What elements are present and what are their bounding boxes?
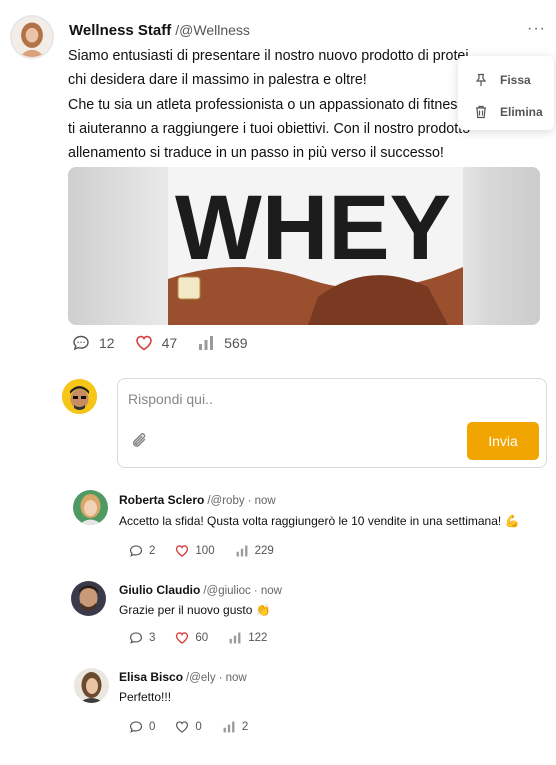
post-header: Wellness Staff /@Wellness (69, 22, 250, 39)
author-avatar[interactable] (10, 15, 54, 59)
reply-input[interactable] (128, 387, 458, 411)
comment-text: Perfetto!!! (119, 690, 172, 704)
heart-icon (176, 721, 189, 733)
bar-chart-icon (229, 632, 241, 644)
menu-item-label: Elimina (500, 105, 543, 119)
comment-icon (129, 721, 143, 733)
commenter-handle: /@roby (207, 495, 245, 507)
image-caption: WHEY (175, 177, 451, 279)
send-button[interactable]: Invia (467, 422, 539, 460)
like-count[interactable]: 47 (135, 334, 178, 352)
post-card: Wellness Staff /@Wellness ··· Siamo entu… (0, 0, 556, 765)
menu-item-label: Fissa (500, 73, 531, 87)
commenter-name[interactable]: Roberta Sclero (119, 493, 204, 507)
comment-view-count: 122 (228, 631, 267, 645)
comment-view-count: 229 (235, 544, 274, 558)
pin-icon (475, 73, 487, 86)
reply-box: Invia (117, 378, 547, 468)
commenter-avatar[interactable] (74, 668, 109, 703)
comment-view-count: 2 (222, 720, 248, 734)
reply-count-value: 3 (149, 632, 156, 644)
comment-time: · now (218, 672, 247, 684)
comment-icon (129, 545, 143, 557)
view-count-value: 122 (248, 632, 268, 644)
comment-count-value: 12 (99, 335, 115, 351)
comment-like-count[interactable]: 60 (175, 631, 208, 645)
current-user-avatar (62, 379, 97, 414)
view-count: 569 (197, 334, 248, 352)
post-options-menu: Fissa Elimina (458, 56, 554, 130)
author-name[interactable]: Wellness Staff (69, 22, 171, 39)
comment-time: · now (253, 585, 282, 597)
comment-stats: 2 100 229 (129, 544, 294, 558)
post-stats: 12 47 569 (72, 334, 268, 352)
paperclip-icon[interactable] (130, 431, 150, 451)
like-count-value: 60 (195, 632, 209, 644)
comment-time: · now (247, 495, 276, 507)
commenter-name[interactable]: Giulio Claudio (119, 583, 200, 597)
comment-stats: 3 60 122 (129, 631, 287, 645)
bar-chart-icon (199, 336, 214, 350)
bar-chart-icon (223, 721, 235, 733)
comment-header: Elisa Bisco /@ely · now (119, 670, 247, 684)
author-handle: /@Wellness (175, 22, 250, 38)
comment-header: Roberta Sclero /@roby · now (119, 493, 276, 507)
like-count-value: 100 (195, 545, 215, 557)
comment-icon (73, 335, 89, 351)
comment-icon (129, 632, 143, 644)
commenter-avatar[interactable] (71, 581, 106, 616)
comment-like-count[interactable]: 100 (175, 544, 215, 558)
reply-count-value: 2 (149, 545, 156, 557)
heart-icon (135, 335, 152, 351)
commenter-handle: /@ely (186, 672, 216, 684)
more-options-button[interactable]: ··· (527, 21, 546, 37)
commenter-avatar[interactable] (73, 490, 108, 525)
comment-reply-count[interactable]: 3 (129, 631, 155, 645)
post-image[interactable]: WHEY (68, 167, 540, 325)
view-count-value: 2 (241, 721, 249, 733)
comment-count[interactable]: 12 (72, 334, 115, 352)
commenter-name[interactable]: Elisa Bisco (119, 670, 183, 684)
comment-like-count[interactable]: 0 (175, 720, 202, 734)
menu-item-delete[interactable]: Elimina (458, 96, 554, 128)
heart-icon (176, 545, 189, 557)
trash-icon (476, 105, 486, 119)
comment-stats: 0 0 2 (129, 720, 268, 734)
heart-icon (176, 632, 189, 644)
bar-chart-icon (236, 545, 248, 557)
view-count-value: 229 (254, 545, 274, 557)
comment-header: Giulio Claudio /@giulioc · now (119, 583, 282, 597)
comment-reply-count[interactable]: 0 (129, 720, 155, 734)
comment-reply-count[interactable]: 2 (129, 544, 155, 558)
commenter-handle: /@giulioc (203, 585, 251, 597)
like-count-value: 47 (161, 335, 178, 351)
reply-count-value: 0 (149, 721, 156, 733)
view-count-value: 569 (224, 335, 248, 351)
comment-text: Accetto la sfida! Qusta volta raggiunger… (119, 514, 520, 528)
menu-item-pin[interactable]: Fissa (458, 64, 554, 96)
like-count-value: 0 (195, 721, 202, 733)
comment-text: Grazie per il nuovo gusto 👏 (119, 603, 271, 617)
